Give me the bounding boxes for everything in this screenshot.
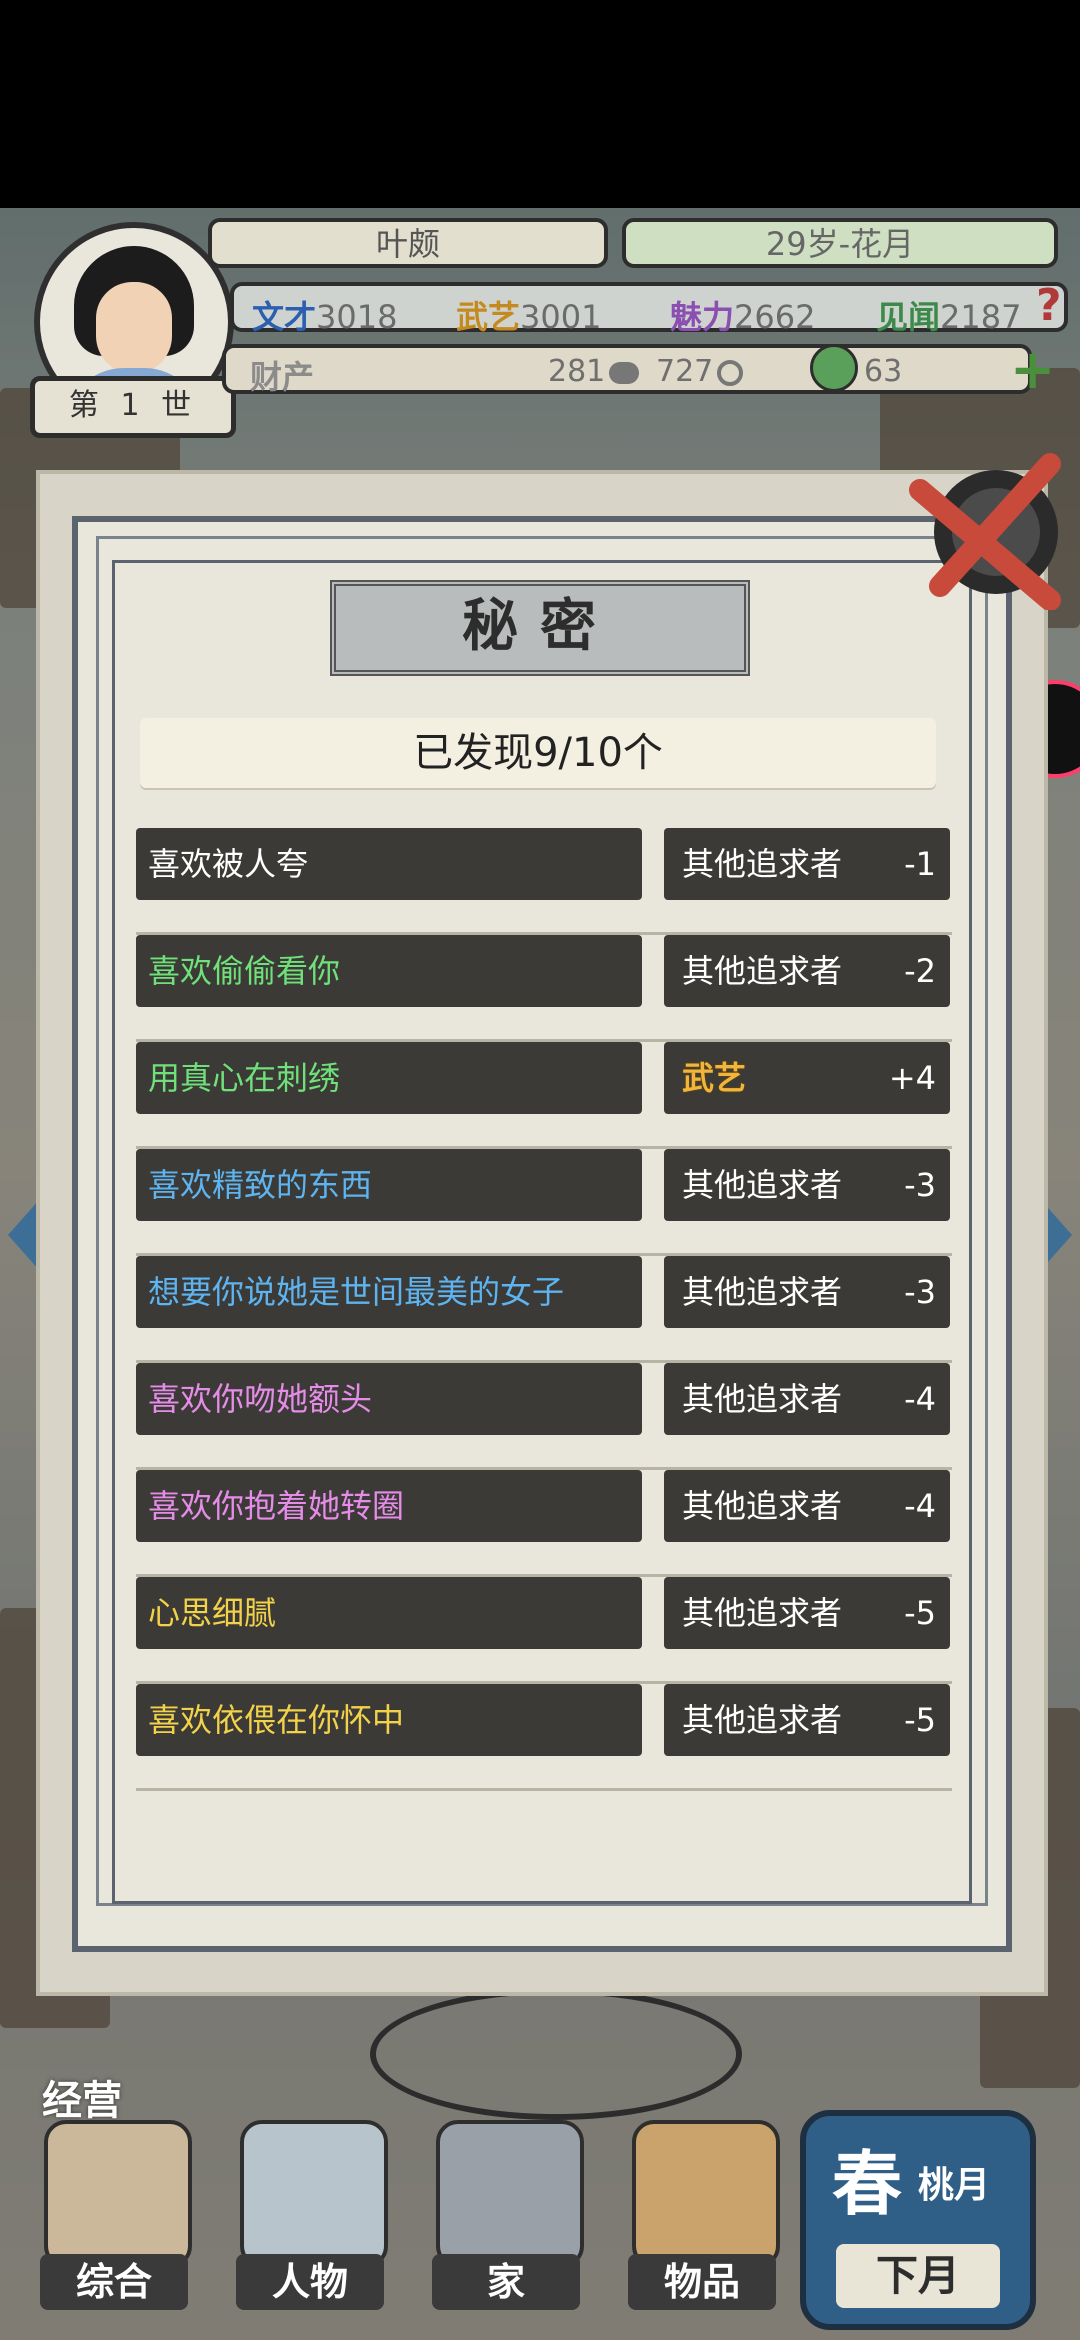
effect-target: 其他追求者 (682, 845, 843, 883)
effect-target: 其他追求者 (682, 1166, 843, 1204)
scroll-icon (44, 2120, 192, 2268)
effect-target: 其他追求者 (682, 1380, 843, 1418)
secret-description: 想要你说她是世间最美的女子 (136, 1256, 642, 1328)
nav-general-label: 综合 (40, 2254, 188, 2310)
secret-row: 喜欢偷偷看你 其他追求者 -2 (136, 935, 952, 1042)
secret-row: 想要你说她是世间最美的女子 其他追求者 -3 (136, 1256, 952, 1363)
secret-effect: 其他追求者 -5 (664, 1577, 950, 1649)
nav-items-button[interactable]: 物品 (618, 2110, 786, 2310)
secret-description: 心思细腻 (136, 1577, 642, 1649)
secret-effect: 其他追求者 -2 (664, 935, 950, 1007)
secret-row: 喜欢精致的东西 其他追求者 -3 (136, 1149, 952, 1256)
stat-martial: 武艺3001 (456, 298, 602, 336)
silver-amount: 281 (548, 354, 643, 389)
nav-items-label: 物品 (628, 2254, 776, 2310)
effect-target: 其他追求者 (682, 1273, 843, 1311)
secret-effect: 其他追求者 -3 (664, 1256, 950, 1328)
secret-row: 用真心在刺绣 武艺 +4 (136, 1042, 952, 1149)
jade-amount: 63 (864, 354, 903, 389)
effect-value: -5 (904, 1701, 936, 1739)
assets-label: 财产 (250, 358, 315, 396)
effect-value: -4 (904, 1380, 936, 1418)
effect-target: 其他追求者 (682, 952, 843, 990)
secret-description: 用真心在刺绣 (136, 1042, 642, 1114)
secret-effect: 其他追求者 -4 (664, 1363, 950, 1435)
help-icon[interactable]: ? (1036, 280, 1062, 331)
effect-value: -3 (904, 1273, 936, 1311)
nav-home-label: 家 (432, 2254, 580, 2310)
next-month-button[interactable]: 春 桃月 下月 (800, 2110, 1036, 2330)
stat-knowledge: 见闻2187 (876, 298, 1022, 336)
secret-effect: 其他追求者 -4 (664, 1470, 950, 1542)
person-icon (240, 2120, 388, 2268)
close-icon[interactable] (900, 450, 1068, 610)
secret-description: 喜欢偷偷看你 (136, 935, 642, 1007)
silver-ingot-icon (609, 361, 640, 384)
age-season-label: 29岁-花月 (622, 218, 1058, 268)
secrets-list: 喜欢被人夸 其他追求者 -1 喜欢偷偷看你 其他追求者 -2 用真心在刺绣 武艺 +4 喜欢精致的… (136, 828, 952, 1791)
effect-value: -1 (904, 845, 936, 883)
stat-literary: 文才3018 (252, 298, 398, 336)
secret-description: 喜欢精致的东西 (136, 1149, 642, 1221)
effect-value: -3 (904, 1166, 936, 1204)
effect-value: -2 (904, 952, 936, 990)
secret-effect: 其他追求者 -1 (664, 828, 950, 900)
secret-row: 喜欢你吻她额头 其他追求者 -4 (136, 1363, 952, 1470)
secret-description: 喜欢被人夸 (136, 828, 642, 900)
effect-value: -4 (904, 1487, 936, 1525)
generation-label: 第 1 世 (30, 376, 236, 438)
nav-character-label: 人物 (236, 2254, 384, 2310)
secret-effect: 武艺 +4 (664, 1042, 950, 1114)
items-icon (632, 2120, 780, 2268)
nav-home-button[interactable]: 家 (422, 2110, 590, 2310)
character-name: 叶颇 (208, 218, 608, 268)
discovered-count: 已发现9/10个 (140, 718, 936, 788)
copper-coin-icon (717, 359, 744, 386)
nav-character-button[interactable]: 人物 (226, 2110, 394, 2310)
nav-general-button[interactable]: 综合 (30, 2110, 198, 2310)
secret-description: 喜欢你抱着她转圈 (136, 1470, 642, 1542)
secret-description: 喜欢你吻她额头 (136, 1363, 642, 1435)
effect-target: 武艺 (682, 1059, 747, 1097)
assets-bar: 财产 281 727 63 (222, 344, 1032, 396)
stat-charm: 魅力2662 (670, 298, 816, 336)
house-icon (436, 2120, 584, 2268)
stats-bar: 文才3018 武艺3001 魅力2662 见闻2187 (230, 282, 1068, 336)
secret-row: 喜欢依偎在你怀中 其他追求者 -5 (136, 1684, 952, 1791)
season-label: 春 (832, 2142, 902, 2225)
secret-effect: 其他追求者 -5 (664, 1684, 950, 1756)
effect-value: +4 (888, 1059, 936, 1097)
effect-target: 其他追求者 (682, 1701, 843, 1739)
copper-amount: 727 (656, 354, 744, 389)
secret-row: 喜欢你抱着她转圈 其他追求者 -4 (136, 1470, 952, 1577)
effect-target: 其他追求者 (682, 1487, 843, 1525)
secret-description: 喜欢依偎在你怀中 (136, 1684, 642, 1756)
add-currency-button[interactable]: + (1010, 338, 1055, 401)
secret-row: 心思细腻 其他追求者 -5 (136, 1577, 952, 1684)
dialog-title: 秘密 (330, 580, 750, 676)
next-month-label: 下月 (836, 2244, 1000, 2308)
effect-target: 其他追求者 (682, 1594, 843, 1632)
effect-value: -5 (904, 1594, 936, 1632)
jade-icon (810, 344, 858, 392)
secret-row: 喜欢被人夸 其他追求者 -1 (136, 828, 952, 935)
month-label: 桃月 (918, 2164, 991, 2206)
secret-effect: 其他追求者 -3 (664, 1149, 950, 1221)
